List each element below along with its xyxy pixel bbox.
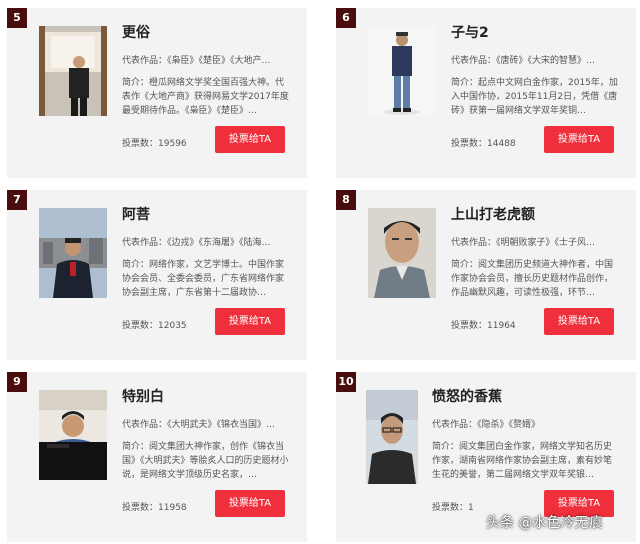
author-name[interactable]: 特别白: [122, 386, 164, 406]
author-intro: 简介：阅文集团白金作家，网络文学知名历史作家，湖南省网络作家协会副主席，素有妙笔…: [432, 442, 612, 480]
author-photo-image: [366, 390, 418, 484]
author-card: 7 阿菩 代表作品：《边戎》《东海屠》《陆海… 简介：网络作家，文艺学博士。中国…: [7, 190, 307, 360]
representative-works: 代表作品：《隐杀》《赘婿》: [432, 420, 541, 430]
author-intro: 简介：起点中文网白金作家，2015年，加入中国作协，2015年11月2日，凭借《…: [451, 78, 618, 116]
author-name[interactable]: 更俗: [122, 22, 150, 42]
author-intro: 简介：阅文集团历史频道大神作者，中国作家协会会员，擅长历史题材作品创作，作品幽默…: [451, 260, 614, 298]
author-photo-image: [368, 26, 436, 116]
rank-badge: 6: [336, 8, 356, 28]
vote-count-value: 1: [468, 503, 474, 513]
author-intro: 简介：网络作家，文艺学博士。中国作家协会会员、全委会委员，广东省网络作家协会副主…: [122, 260, 285, 298]
vote-count: 投票数：19596: [122, 136, 187, 149]
author-name[interactable]: 愤怒的香蕉: [432, 386, 502, 406]
author-card: 6 子与2 代表作品：《唐砖》《大宋的智慧》… 简介：起点中文网白金作家，201…: [336, 8, 636, 178]
vote-button[interactable]: 投票给TA: [215, 490, 285, 517]
rank-badge: 5: [7, 8, 27, 28]
vote-count-value: 19596: [158, 139, 187, 149]
vote-count-label: 投票数：: [122, 503, 159, 513]
author-photo-image: [39, 390, 107, 480]
author-name[interactable]: 子与2: [451, 22, 489, 42]
vote-count-label: 投票数：: [122, 139, 159, 149]
vote-button[interactable]: 投票给TA: [215, 126, 285, 153]
rank-badge: 7: [7, 190, 27, 210]
author-photo: [366, 390, 418, 484]
rank-badge: 8: [336, 190, 356, 210]
vote-button[interactable]: 投票给TA: [215, 308, 285, 335]
vote-count-label: 投票数：: [432, 503, 469, 513]
vote-count: 投票数：11958: [122, 500, 187, 513]
vote-count-value: 11964: [487, 321, 516, 331]
vote-count-value: 12035: [158, 321, 187, 331]
author-photo: [39, 208, 107, 298]
author-photo: [39, 26, 107, 116]
vote-count-label: 投票数：: [451, 321, 488, 331]
representative-works: 代表作品：《明朝败家子》《士子风…: [451, 238, 596, 248]
author-name[interactable]: 阿菩: [122, 204, 150, 224]
author-card: 8 上山打老虎额 代表作品：《明朝败家子》《士子风… 简介：阅文集团历史频道大神…: [336, 190, 636, 360]
rank-badge: 9: [7, 372, 27, 392]
author-card: 5 更俗 代表作品：《枭臣》《楚臣》《大地产… 简介：橙瓜网络文学奖全国百强大神…: [7, 8, 307, 178]
author-intro: 简介：橙瓜网络文学奖全国百强大神。代表作《大地产商》获得网易文学2017年度最受…: [122, 78, 289, 116]
vote-count: 投票数：11964: [451, 318, 516, 331]
vote-button[interactable]: 投票给TA: [544, 308, 614, 335]
representative-works: 代表作品：《枭臣》《楚臣》《大地产…: [122, 56, 271, 66]
author-card: 9 特别白 代表作品：《大明武夫》《锦衣当国》… 简介：阅文集团大神作家，创作《…: [7, 372, 307, 542]
vote-count-label: 投票数：: [451, 139, 488, 149]
representative-works: 代表作品：《大明武夫》《锦衣当国》…: [122, 420, 276, 430]
author-name[interactable]: 上山打老虎额: [451, 204, 535, 224]
vote-count: 投票数：1: [432, 500, 474, 513]
vote-count: 投票数：14488: [451, 136, 516, 149]
vote-count-label: 投票数：: [122, 321, 159, 331]
vote-count: 投票数：12035: [122, 318, 187, 331]
author-photo-image: [368, 208, 436, 298]
vote-button[interactable]: 投票给TA: [544, 126, 614, 153]
author-photo: [368, 26, 436, 116]
watermark: 头条 @水色冷无痕: [486, 515, 603, 531]
representative-works: 代表作品：《边戎》《东海屠》《陆海…: [122, 238, 271, 248]
author-photo: [368, 208, 436, 298]
representative-works: 代表作品：《唐砖》《大宋的智慧》…: [451, 56, 596, 66]
author-photo-image: [39, 26, 107, 116]
author-intro: 简介：阅文集团大神作家，创作《锦衣当国》《大明武夫》等脍炙人口的历史题材小说，是…: [122, 442, 289, 480]
rank-badge: 10: [336, 372, 356, 392]
author-photo-image: [39, 208, 107, 298]
vote-count-value: 11958: [158, 503, 187, 513]
author-photo: [39, 390, 107, 480]
vote-count-value: 14488: [487, 139, 516, 149]
